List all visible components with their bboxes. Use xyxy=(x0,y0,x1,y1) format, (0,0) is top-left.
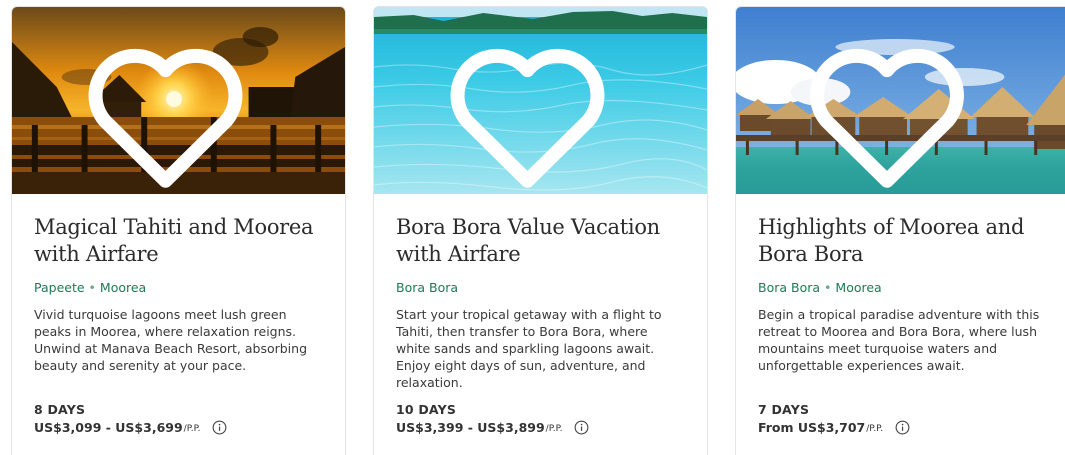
tour-photo-bungalows[interactable] xyxy=(736,7,1065,194)
price-unit: /P.P. xyxy=(183,423,201,434)
tour-card-body: Bora Bora Value Vacation with Airfare Bo… xyxy=(374,194,707,455)
location-tag: Papeete xyxy=(34,280,85,295)
tour-description: Vivid turquoise lagoons meet lush green … xyxy=(34,307,308,373)
location-tag: Bora Bora xyxy=(758,280,821,295)
favorite-heart-icon[interactable] xyxy=(12,21,332,194)
location-tag: Moorea xyxy=(835,280,882,295)
price-from: From US$3,707 xyxy=(758,420,866,435)
tour-title[interactable]: Bora Bora Value Vacation with Airfare xyxy=(396,214,685,268)
tour-card-row: Magical Tahiti and Moorea with Airfare P… xyxy=(0,0,1065,455)
tour-photo-lagoon[interactable] xyxy=(374,7,707,194)
info-circle-icon[interactable] xyxy=(895,420,910,435)
tour-price: US$3,099 - US$3,699/P.P. xyxy=(34,420,227,435)
tour-card[interactable]: Magical Tahiti and Moorea with Airfare P… xyxy=(11,6,346,455)
tour-card-body: Magical Tahiti and Moorea with Airfare P… xyxy=(12,194,345,455)
price-range: US$3,099 - US$3,699 xyxy=(34,420,183,435)
tour-title[interactable]: Highlights of Moorea and Bora Bora xyxy=(758,214,1052,268)
tour-card-body: Highlights of Moorea and Bora Bora Bora … xyxy=(736,194,1065,455)
favorite-heart-icon[interactable] xyxy=(736,21,1056,194)
tour-description: Start your tropical getaway with a fligh… xyxy=(396,307,662,390)
tour-card[interactable]: Highlights of Moorea and Bora Bora Bora … xyxy=(735,6,1065,455)
tour-photo-sunset[interactable] xyxy=(12,7,345,194)
price-range: US$3,399 - US$3,899 xyxy=(396,420,545,435)
location-tag: Bora Bora xyxy=(396,280,459,295)
location-separator: • xyxy=(824,280,832,295)
favorite-heart-icon[interactable] xyxy=(374,21,694,194)
tour-duration: 8 DAYS xyxy=(34,402,86,417)
tour-locations: Bora Bora • Moorea xyxy=(758,280,1052,295)
tour-duration: 7 DAYS xyxy=(758,402,810,417)
info-circle-icon[interactable] xyxy=(574,420,589,435)
price-unit: /P.P. xyxy=(545,423,563,434)
info-circle-icon[interactable] xyxy=(212,420,227,435)
price-unit: /P.P. xyxy=(866,423,884,434)
tour-locations: Bora Bora xyxy=(396,280,685,295)
tour-card[interactable]: Bora Bora Value Vacation with Airfare Bo… xyxy=(373,6,708,455)
tour-price: From US$3,707/P.P. xyxy=(758,420,910,435)
tour-price: US$3,399 - US$3,899/P.P. xyxy=(396,420,589,435)
tour-locations: Papeete • Moorea xyxy=(34,280,323,295)
tour-title[interactable]: Magical Tahiti and Moorea with Airfare xyxy=(34,214,323,268)
tour-description: Begin a tropical paradise adventure with… xyxy=(758,307,1040,373)
tour-duration: 10 DAYS xyxy=(396,402,457,417)
location-separator: • xyxy=(88,280,96,295)
location-tag: Moorea xyxy=(99,280,147,295)
